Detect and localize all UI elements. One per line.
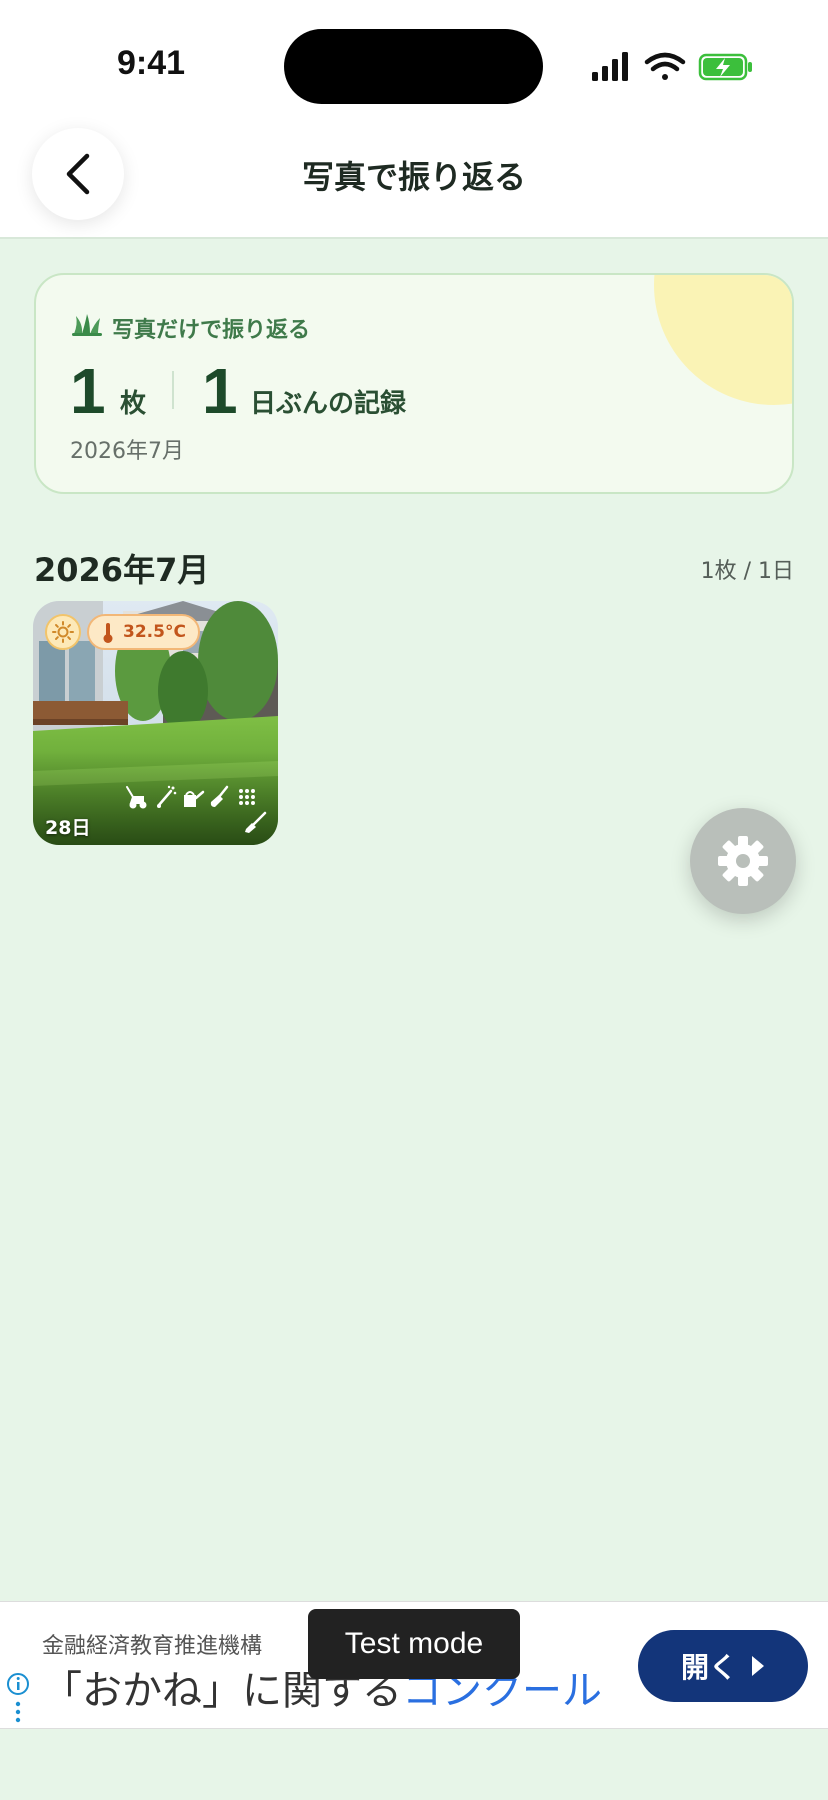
day-count-unit: 日ぶんの記録	[250, 389, 407, 419]
lawnmower-icon	[126, 786, 147, 809]
header-area: 9:41 写真で振り返る	[0, 0, 828, 239]
status-icons	[592, 52, 752, 81]
battery-icon	[698, 53, 752, 81]
activity-icons	[126, 785, 255, 809]
broom-icon	[245, 811, 267, 833]
sun-decoration	[654, 275, 792, 405]
summary-card: 写真だけで振り返る 1 枚 1 日ぶんの記録 2026年7月	[34, 273, 794, 494]
watering-can-icon	[184, 790, 205, 807]
sun-icon	[45, 614, 81, 650]
thermometer-icon	[103, 623, 113, 643]
gear-icon	[718, 836, 768, 886]
month-title: 2026年7月	[34, 551, 210, 589]
photo-count-unit: 枚	[120, 389, 147, 419]
ad-info-icon[interactable]	[6, 1672, 30, 1724]
test-mode-badge: Test mode	[308, 1609, 520, 1679]
signal-icon	[592, 52, 628, 81]
photo-tile[interactable]: 32.5°C 28日	[33, 601, 278, 845]
day-count: 1	[202, 355, 238, 427]
ad-sponsor: 金融経済教育推進機構	[42, 1634, 263, 1659]
settings-button[interactable]	[690, 808, 796, 914]
summary-period: 2026年7月	[70, 439, 184, 464]
grass-icon	[72, 314, 102, 336]
photo-day: 28日	[45, 817, 91, 839]
dynamic-island	[284, 29, 543, 104]
temperature-value: 32.5°C	[123, 622, 186, 642]
ad-open-label: 開く	[680, 1651, 737, 1684]
ad-open-button[interactable]: 開く	[638, 1630, 808, 1702]
summary-divider	[172, 371, 174, 409]
summary-label: 写真だけで振り返る	[112, 318, 311, 343]
play-icon	[752, 1656, 764, 1676]
photo-count: 1	[70, 355, 106, 427]
wifi-icon	[644, 52, 686, 80]
temperature-badge: 32.5°C	[87, 614, 200, 650]
grid-icon	[239, 789, 255, 805]
page-title: 写真で振り返る	[301, 158, 526, 196]
sprinkler-icon	[157, 785, 177, 808]
status-time: 9:41	[117, 44, 186, 82]
shovel-icon	[210, 785, 229, 807]
month-count: 1枚 / 1日	[700, 559, 794, 584]
